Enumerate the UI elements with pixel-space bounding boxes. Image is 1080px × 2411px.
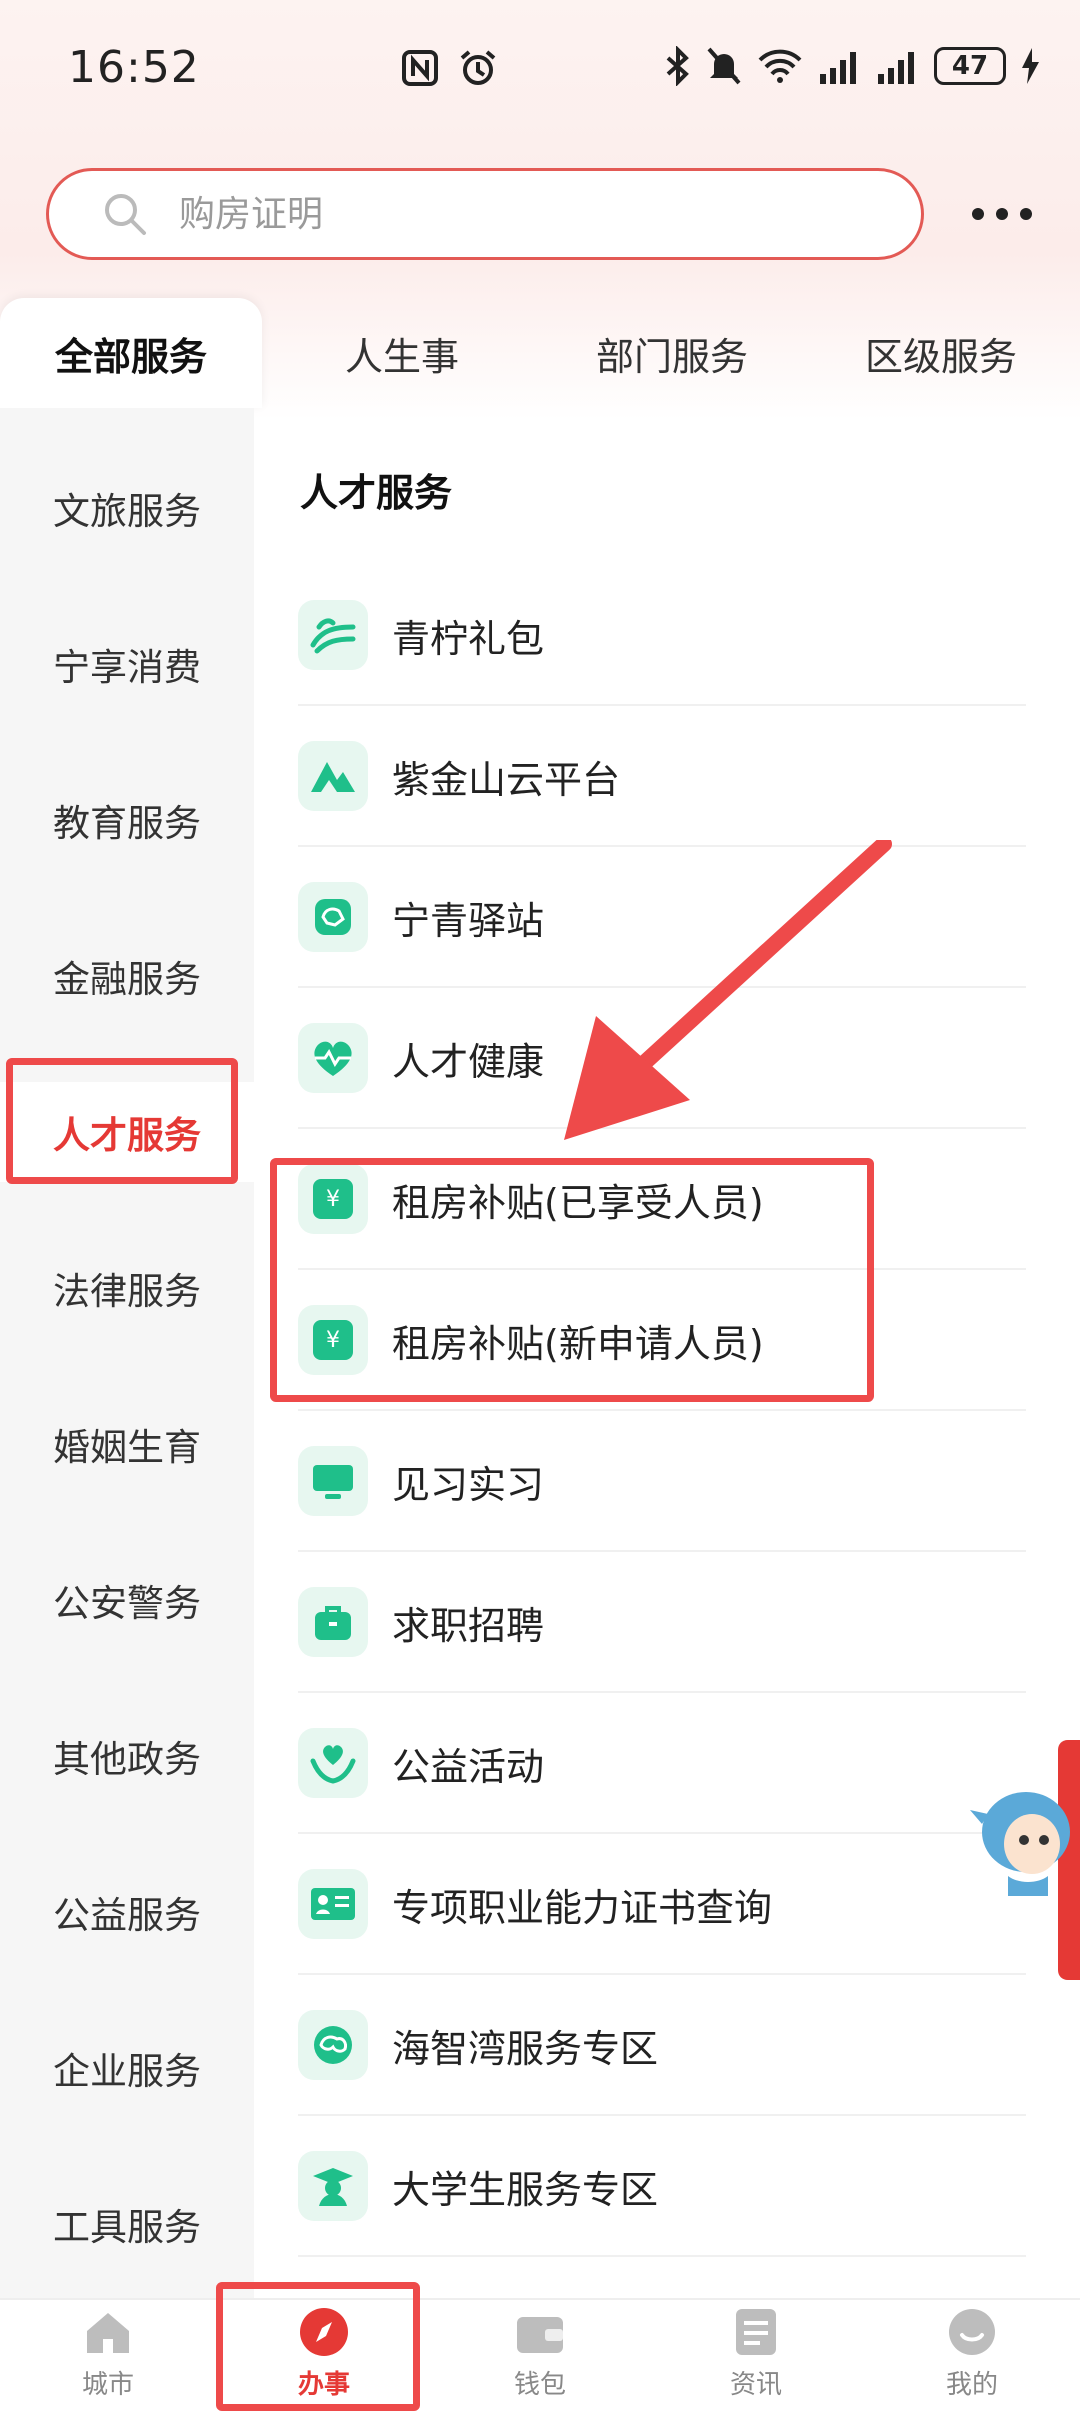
service-item[interactable]: 专项职业能力证书查询 [298, 1835, 1026, 1975]
service-label: 大学生服务专区 [392, 2167, 659, 2212]
profile-face-icon [944, 2304, 1000, 2360]
home-icon [80, 2304, 136, 2360]
tab-department-services[interactable]: 部门服务 [542, 298, 802, 408]
service-item[interactable]: 求职招聘 [298, 1553, 1026, 1693]
signal-icon-2 [878, 52, 914, 84]
service-label: 见习实习 [392, 1462, 545, 1507]
service-label: 公益活动 [392, 1744, 545, 1789]
station-icon [298, 882, 368, 952]
nav-news[interactable]: 资讯 [648, 2300, 864, 2411]
search-icon [105, 194, 146, 235]
sidebar-item-marriage[interactable]: 婚姻生育 [0, 1394, 254, 1494]
sidebar-item-consumption[interactable]: 宁享消费 [0, 614, 254, 714]
status-bar: 16:52 47 [0, 0, 1080, 140]
wallet-icon [512, 2304, 568, 2360]
annotation-arrow [564, 840, 892, 1140]
mute-icon [707, 47, 741, 85]
lime-gift-icon [298, 600, 368, 670]
nav-label: 城市 [81, 2370, 134, 2400]
highlight-box-subsidy [270, 1158, 874, 1402]
nav-city[interactable]: 城市 [0, 2300, 216, 2411]
service-item[interactable]: 紫金山云平台 [298, 707, 1026, 847]
tab-life-events[interactable]: 人生事 [262, 298, 542, 408]
category-sidebar: 文旅服务 宁享消费 教育服务 金融服务 人才服务 法律服务 婚姻生育 公安警务 … [0, 408, 254, 2298]
service-label: 海智湾服务专区 [392, 2026, 659, 2071]
hands-heart-icon [298, 1728, 368, 1798]
alarm-icon [460, 50, 496, 85]
nav-label: 资讯 [729, 2370, 782, 2400]
document-icon [728, 2304, 784, 2360]
heart-pulse-icon [298, 1023, 368, 1093]
charging-icon [1022, 48, 1039, 84]
nav-wallet[interactable]: 钱包 [432, 2300, 648, 2411]
status-time: 16:52 [68, 42, 200, 93]
sidebar-item-finance[interactable]: 金融服务 [0, 926, 254, 1026]
sidebar-item-legal[interactable]: 法律服务 [0, 1238, 254, 1338]
service-label: 求职招聘 [392, 1603, 545, 1648]
mountain-icon [298, 741, 368, 811]
tab-district-services[interactable]: 区级服务 [802, 298, 1080, 408]
service-label: 专项职业能力证书查询 [392, 1885, 773, 1930]
wifi-icon [758, 49, 802, 83]
search-input[interactable] [179, 193, 779, 235]
service-tabs: 全部服务 人生事 部门服务 区级服务 [0, 298, 1080, 408]
more-menu-icon[interactable] [972, 196, 1032, 232]
brain-icon [298, 2010, 368, 2080]
sidebar-item-other-gov[interactable]: 其他政务 [0, 1706, 254, 1806]
mascot-float-widget[interactable] [968, 1740, 1080, 1980]
signal-icon [820, 52, 856, 84]
nav-label: 钱包 [513, 2370, 566, 2400]
tab-all-services[interactable]: 全部服务 [0, 298, 262, 408]
monitor-icon [298, 1446, 368, 1516]
sidebar-item-police[interactable]: 公安警务 [0, 1550, 254, 1650]
section-title: 人才服务 [300, 471, 453, 515]
service-item[interactable]: 大学生服务专区 [298, 2117, 1026, 2257]
service-label: 宁青驿站 [392, 898, 545, 943]
status-right-icons: 47 [664, 46, 1040, 86]
sidebar-item-tourism[interactable]: 文旅服务 [0, 458, 254, 558]
certificate-icon [298, 1869, 368, 1939]
nav-profile[interactable]: 我的 [864, 2300, 1080, 2411]
service-item[interactable]: 海智湾服务专区 [298, 1976, 1026, 2116]
bottom-navigation: 城市 办事 钱包 资讯 我的 [0, 2298, 1080, 2411]
highlight-box-sidebar [6, 1058, 238, 1184]
sidebar-item-tools[interactable]: 工具服务 [0, 2174, 254, 2274]
highlight-box-nav [216, 2282, 420, 2411]
briefcase-icon [298, 1587, 368, 1657]
service-label: 紫金山云平台 [392, 757, 621, 802]
nfc-icon [402, 50, 438, 86]
battery-indicator: 47 [934, 47, 1006, 85]
sidebar-item-education[interactable]: 教育服务 [0, 770, 254, 870]
bluetooth-icon [666, 46, 689, 86]
service-item[interactable]: 公益活动 [298, 1694, 1026, 1834]
graduate-icon [298, 2151, 368, 2221]
service-item[interactable]: 见习实习 [298, 1412, 1026, 1552]
nav-label: 我的 [945, 2370, 998, 2400]
status-left-icons [400, 48, 498, 88]
service-label: 青柠礼包 [392, 616, 545, 661]
search-bar[interactable] [46, 168, 924, 260]
sidebar-item-public-welfare[interactable]: 公益服务 [0, 1862, 254, 1962]
service-item[interactable]: 青柠礼包 [298, 566, 1026, 706]
service-label: 人才健康 [392, 1039, 545, 1084]
sidebar-item-enterprise[interactable]: 企业服务 [0, 2018, 254, 2118]
